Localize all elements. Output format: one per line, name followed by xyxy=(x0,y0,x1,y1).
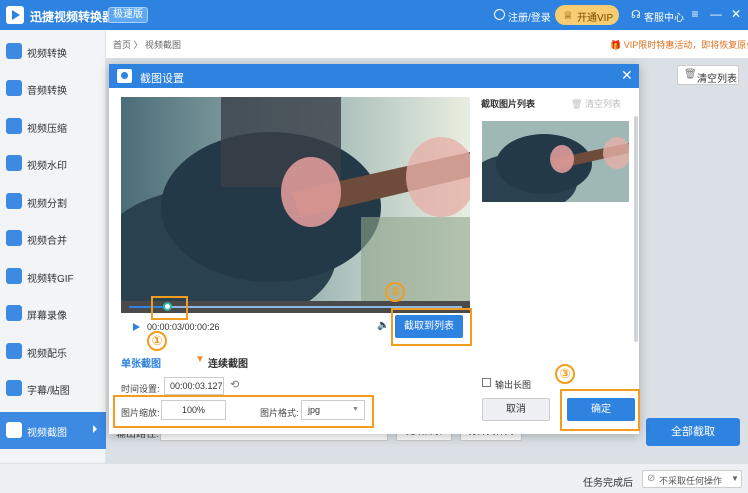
subtitle-icon xyxy=(6,380,22,396)
sidebar-item-label: 视频配乐 xyxy=(27,349,67,360)
sidebar-item-compress[interactable]: 视频压缩 xyxy=(0,108,106,145)
sidebar-item-audio-convert[interactable]: 音频转换 xyxy=(0,70,106,107)
video-convert-icon xyxy=(6,43,22,59)
sidebar-item-label: 视频转换 xyxy=(27,49,67,60)
app-title: 迅捷视频转换器 xyxy=(30,10,115,24)
clear-list-label: 清空列表 xyxy=(697,74,737,85)
time-setting-value: 00:00:03.127 xyxy=(170,381,223,391)
tab-continuous-screenshot[interactable]: 连续截图 xyxy=(208,355,248,370)
close-icon[interactable]: ✕ xyxy=(621,67,633,83)
cancel-button[interactable]: 取消 xyxy=(482,398,550,421)
step-number-2: ② xyxy=(385,282,405,302)
sidebar-item-label: 视频转GIF xyxy=(27,274,74,285)
after-task-label: 任务完成后 xyxy=(583,478,633,489)
video-preview[interactable] xyxy=(121,97,470,301)
split-icon xyxy=(6,193,22,209)
camera-icon xyxy=(117,69,132,83)
time-setting-label: 时间设置: xyxy=(121,384,160,394)
edition-badge: 极速版 xyxy=(108,7,148,23)
promo-banner[interactable]: 🎁 VIP限时特惠活动，即将恢复原价 xyxy=(610,38,748,51)
vip-button[interactable]: ♕ 开通VIP xyxy=(555,5,619,25)
play-icon[interactable] xyxy=(133,323,140,331)
clear-list-button[interactable]: 🗑 清空列表 xyxy=(677,65,739,85)
sidebar-item-screen-record[interactable]: 屏幕录像 xyxy=(0,295,106,332)
long-image-label: 输出长图 xyxy=(495,380,532,390)
headset-icon[interactable]: ☊ xyxy=(631,8,641,21)
highlight-image-settings xyxy=(113,395,374,428)
step-number-3: ③ xyxy=(555,364,575,384)
title-bar: 迅捷视频转换器 极速版 注册/登录 ♕ 开通VIP ☊ 客服中心 ≡ — ✕ xyxy=(0,0,748,30)
after-task-value: 不采取任何操作 xyxy=(659,476,723,486)
chevron-down-icon: ▼ xyxy=(731,474,739,483)
app-logo xyxy=(6,6,24,24)
dialog-header: 截图设置 ✕ xyxy=(109,64,639,88)
status-bar: 任务完成后 ⊘ 不采取任何操作 ▼ xyxy=(0,463,748,493)
menu-icon[interactable]: ≡ xyxy=(688,6,702,22)
music-icon xyxy=(6,343,22,359)
user-icon[interactable] xyxy=(494,9,505,20)
crown-icon: ♕ xyxy=(563,10,573,22)
sidebar-item-label: 屏幕录像 xyxy=(27,311,67,322)
long-image-checkbox[interactable] xyxy=(482,378,491,387)
chevron-down-icon: ▼ xyxy=(195,354,205,365)
service-link[interactable]: 客服中心 xyxy=(644,9,684,24)
ban-icon: ⊘ xyxy=(647,473,656,484)
close-icon[interactable]: ✕ xyxy=(729,6,743,22)
sidebar-item-label: 视频截图 xyxy=(27,428,67,439)
compress-icon xyxy=(6,118,22,134)
highlight-timeline-handle xyxy=(151,296,188,320)
after-task-select[interactable]: ⊘ 不采取任何操作 ▼ xyxy=(642,470,742,488)
sidebar-item-label: 视频水印 xyxy=(27,161,67,172)
sidebar-item-label: 音频转换 xyxy=(27,86,67,97)
breadcrumb[interactable]: 首页 〉 视频截图 xyxy=(113,38,181,51)
trash-icon: 🗑 xyxy=(684,69,697,80)
sidebar-item-video-convert[interactable]: 视频转换 xyxy=(0,33,106,70)
sidebar-item-watermark[interactable]: 视频水印 xyxy=(0,145,106,182)
sidebar-item-music[interactable]: 视频配乐 xyxy=(0,333,106,370)
caret-right-icon xyxy=(93,425,97,433)
vip-label: 开通VIP xyxy=(577,13,614,24)
clock-reset-icon[interactable]: ⟲ xyxy=(230,378,239,391)
sidebar-item-split[interactable]: 视频分割 xyxy=(0,183,106,220)
sidebar-item-label: 视频分割 xyxy=(27,199,67,210)
screenshot-icon xyxy=(6,422,22,438)
dialog-title: 截图设置 xyxy=(140,73,184,85)
crop-all-button[interactable]: 全部截取 xyxy=(646,418,740,446)
sidebar-item-label: 视频压缩 xyxy=(27,124,67,135)
sidebar-item-screenshot[interactable]: 视频截图 xyxy=(0,412,106,449)
clear-captures-label: 清空列表 xyxy=(584,99,621,109)
sidebar-item-gif[interactable]: 视频转GIF xyxy=(0,258,106,295)
audio-convert-icon xyxy=(6,80,22,96)
sidebar-item-label: 视频合并 xyxy=(27,236,67,247)
step-number-1: ① xyxy=(147,331,167,351)
watermark-icon xyxy=(6,155,22,171)
merge-icon xyxy=(6,230,22,246)
time-setting-input[interactable]: 00:00:03.127 xyxy=(164,377,224,395)
tab-single-screenshot[interactable]: 单张截图 xyxy=(121,355,161,370)
sidebar: 视频转换 音频转换 视频压缩 视频水印 视频分割 视频合并 视频转GIF 屏幕录… xyxy=(0,30,106,463)
minimize-icon[interactable]: — xyxy=(709,6,723,22)
sidebar-item-label: 字幕/贴图 xyxy=(27,386,70,397)
capture-thumbnail[interactable] xyxy=(482,121,629,202)
capture-list-title: 截取图片列表 xyxy=(481,99,536,109)
highlight-capture-button xyxy=(391,308,472,346)
sidebar-item-subtitle[interactable]: 字幕/贴图 xyxy=(0,370,106,407)
sidebar-item-merge[interactable]: 视频合并 xyxy=(0,220,106,257)
capture-list-scrollbar[interactable] xyxy=(634,116,638,342)
screen-record-icon xyxy=(6,305,22,321)
clear-captures-button[interactable]: 🗑 清空列表 xyxy=(571,97,621,110)
highlight-confirm-button xyxy=(560,389,640,431)
login-link[interactable]: 注册/登录 xyxy=(508,9,551,24)
volume-icon[interactable]: 🔈 xyxy=(377,320,389,331)
gif-icon xyxy=(6,268,22,284)
